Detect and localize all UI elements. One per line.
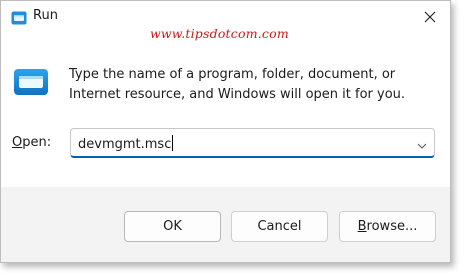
run-icon [11, 10, 27, 25]
open-label-mnemonic: O [12, 135, 23, 150]
cancel-button[interactable]: Cancel [231, 211, 328, 242]
text-caret [172, 135, 174, 151]
open-combobox[interactable]: devmgmt.msc [70, 128, 435, 158]
browse-button[interactable]: Browse... [339, 211, 436, 242]
run-dialog: Run www.tipsdotcom.com Type the name of … [0, 0, 451, 263]
open-input-value-wrap[interactable]: devmgmt.msc [78, 135, 174, 152]
website-watermark: www.tipsdotcom.com [150, 26, 289, 41]
screenshot-frame: Run www.tipsdotcom.com Type the name of … [0, 0, 464, 275]
open-label-rest: pen: [22, 135, 52, 150]
close-icon [424, 11, 436, 23]
description-line-1: Type the name of a program, folder, docu… [69, 67, 396, 82]
window-title: Run [33, 8, 58, 23]
ok-button[interactable]: OK [124, 211, 221, 242]
browse-label-rest: rowse... [366, 219, 418, 234]
run-description: Type the name of a program, folder, docu… [69, 65, 439, 105]
chevron-down-icon[interactable] [416, 137, 428, 149]
browse-mnemonic: B [357, 219, 367, 234]
close-button[interactable] [413, 3, 447, 31]
open-input-value: devmgmt.msc [78, 137, 172, 152]
run-program-icon [13, 68, 49, 96]
description-line-2: Internet resource, and Windows will open… [69, 87, 406, 102]
open-label: Open: [12, 135, 51, 150]
